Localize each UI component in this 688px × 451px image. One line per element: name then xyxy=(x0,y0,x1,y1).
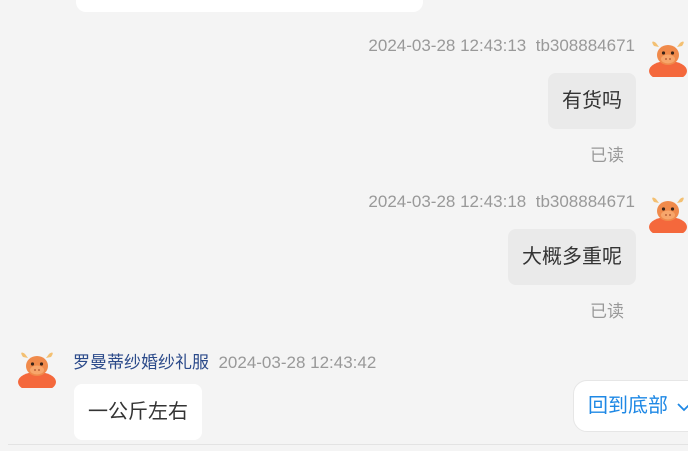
message-timestamp: 2024-03-28 12:43:18 xyxy=(368,192,527,211)
read-status: 已读 xyxy=(590,146,624,165)
message-meta: 2024-03-28 12:43:18 tb308884671 xyxy=(368,192,635,212)
message-bubble[interactable]: 一公斤左右 xyxy=(74,384,202,440)
cow-avatar-icon xyxy=(18,352,56,392)
message-timestamp: 2024-03-28 12:43:42 xyxy=(218,353,377,372)
seller-name[interactable]: 罗曼蒂纱婚纱礼服 xyxy=(73,353,209,372)
message-bubble[interactable]: 大概多重呢 xyxy=(508,229,636,285)
cow-avatar-icon xyxy=(649,197,687,237)
jump-to-bottom-button[interactable]: 回到底部 xyxy=(573,380,688,432)
message-timestamp: 2024-03-28 12:43:13 xyxy=(368,36,527,55)
previous-message-bubble xyxy=(76,0,423,12)
chat-message-list[interactable]: 2024-03-28 12:43:13 tb308884671 有货吗 已读 2… xyxy=(0,0,688,451)
message-sender: tb308884671 xyxy=(535,36,635,55)
divider xyxy=(8,444,688,445)
message-meta: 罗曼蒂纱婚纱礼服 2024-03-28 12:43:42 xyxy=(73,348,376,373)
buyer-avatar[interactable] xyxy=(648,193,688,237)
message-sender: tb308884671 xyxy=(535,192,635,211)
buyer-avatar[interactable] xyxy=(648,37,688,81)
cow-avatar-icon xyxy=(649,41,687,81)
seller-avatar[interactable] xyxy=(17,348,57,392)
message-meta: 2024-03-28 12:43:13 tb308884671 xyxy=(368,36,635,56)
message-bubble[interactable]: 有货吗 xyxy=(548,73,636,129)
read-status: 已读 xyxy=(590,302,624,321)
chevron-down-icon xyxy=(676,403,688,411)
jump-to-bottom-label: 回到底部 xyxy=(588,395,668,417)
